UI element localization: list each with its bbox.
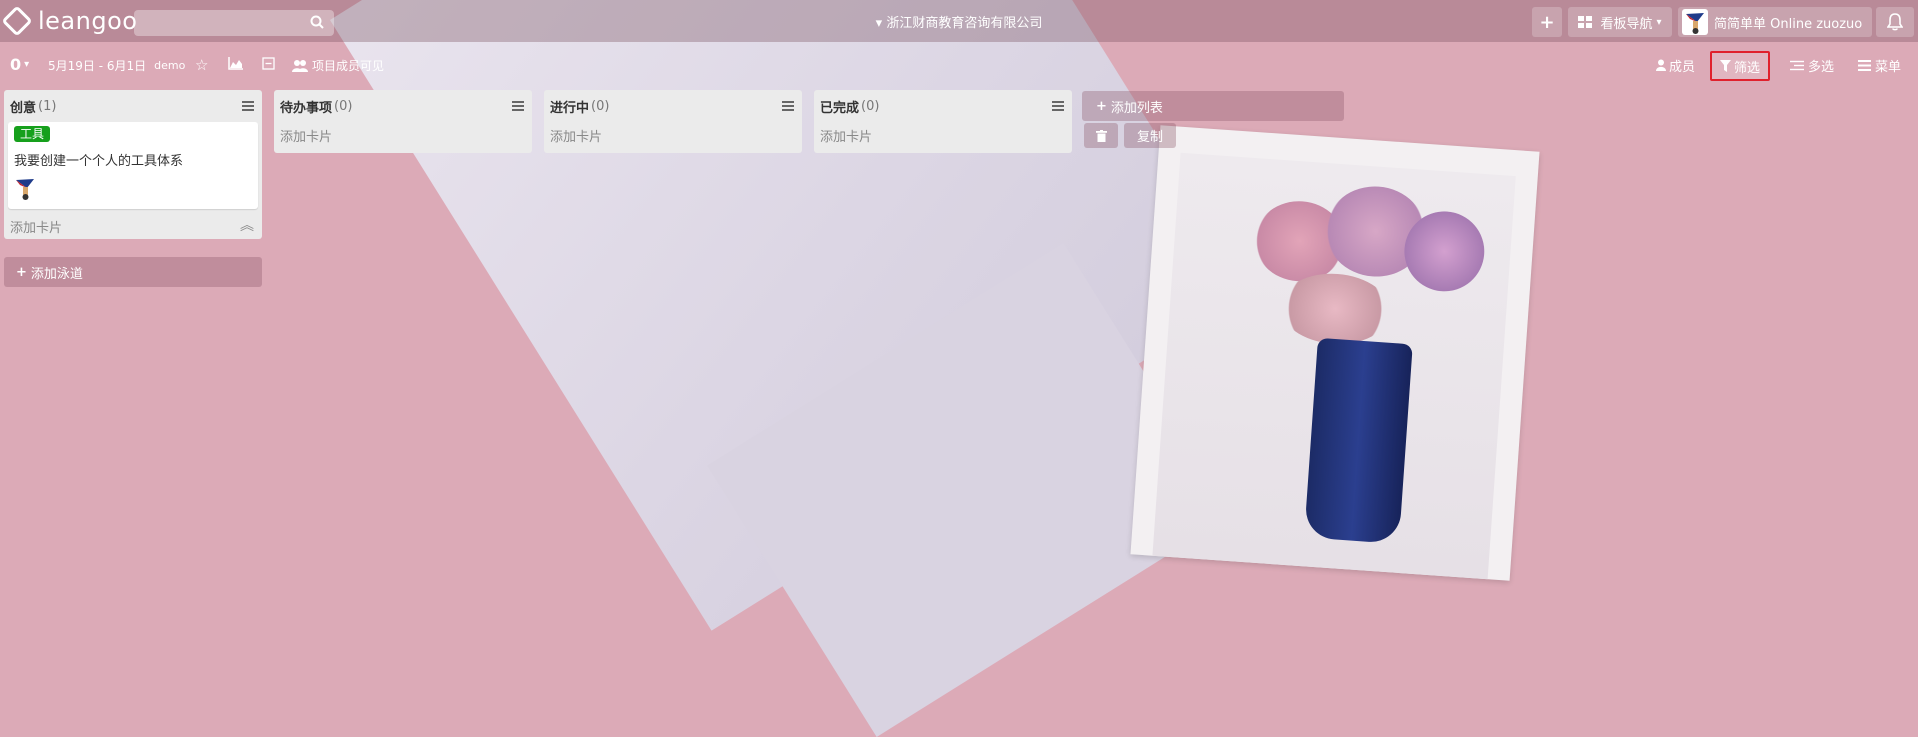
logo-text: leangoo [38, 7, 138, 35]
add-card-button[interactable]: 添加卡片 [814, 122, 1072, 153]
add-card-button[interactable]: 添加卡片 [274, 122, 532, 153]
add-card-button[interactable]: 添加卡片 [4, 209, 262, 244]
list-count: (1) [38, 98, 57, 114]
list-todo: 待办事项 (0) 添加卡片 [274, 90, 532, 153]
card[interactable]: 工具 我要创建一个个人的工具体系 [8, 122, 258, 209]
list-header[interactable]: 已完成 (0) [814, 90, 1072, 122]
list-title: 已完成 [820, 100, 860, 116]
list-count: (0) [861, 98, 880, 114]
multi-select-label: 多选 [1808, 59, 1835, 75]
copy-label: 复制 [1136, 130, 1163, 145]
company-name: 浙江财商教育咨询有限公司 [886, 16, 1043, 31]
list-title: 进行中 [550, 100, 590, 116]
list-menu-icon[interactable] [242, 101, 254, 113]
list-header[interactable]: 进行中 (0) [544, 90, 802, 122]
plus-icon: + [1539, 11, 1555, 33]
delete-button[interactable] [1084, 123, 1118, 148]
list-menu-icon[interactable] [782, 101, 794, 113]
logo[interactable]: leangoo [1, 5, 138, 37]
caret-down-icon: ▾ [875, 16, 887, 31]
board-nav-button[interactable]: 看板导航 ▾ [1568, 7, 1672, 37]
card-title: 我要创建一个个人的工具体系 [14, 154, 184, 169]
list-title: 待办事项 [280, 100, 333, 116]
list-count: (0) [334, 98, 353, 114]
add-lane-button[interactable]: + 添加泳道 [4, 257, 262, 287]
star-button[interactable]: ☆ [195, 56, 208, 74]
top-bar: leangoo ▾ 浙江财商教育咨询有限公司 + 看板导航 ▾ 简简单单 Onl… [0, 0, 1918, 42]
trash-icon [1095, 129, 1107, 142]
leangoo-logo-icon [1, 5, 33, 37]
caret-down-icon: ▾ [24, 59, 30, 70]
add-card-button[interactable]: 添加卡片 [544, 122, 802, 153]
list-done: 已完成 (0) 添加卡片 [814, 90, 1072, 153]
list-title: 创意 [10, 100, 37, 116]
search-icon[interactable] [310, 15, 324, 29]
user-menu[interactable]: 简简单单 Online zuozuo [1678, 7, 1872, 37]
background-photo [1130, 125, 1540, 581]
board-nav-label: 看板导航 [1600, 16, 1653, 32]
grid-icon [1578, 16, 1593, 28]
date-range: 5月19日 - 6月1日 [48, 59, 147, 73]
notification-button[interactable] [1876, 7, 1914, 37]
filter-button[interactable]: 筛选 [1710, 50, 1771, 82]
list-ideas: 创意 (1) 工具 我要创建一个个人的工具体系 添加卡片 ︽ [4, 90, 262, 239]
bell-icon [1887, 13, 1903, 31]
add-list-button[interactable]: + 添加列表 [1082, 91, 1344, 121]
card-label: 工具 [14, 126, 51, 142]
search-input[interactable] [134, 10, 334, 36]
area-chart-icon [228, 57, 243, 70]
user-icon [1656, 59, 1666, 71]
list-menu-icon[interactable] [512, 101, 524, 113]
plus-icon: + [1096, 98, 1107, 114]
chart-button[interactable] [228, 57, 243, 70]
menu-label: 菜单 [1875, 59, 1902, 75]
add-lane-label: 添加泳道 [30, 266, 83, 282]
users-icon [292, 60, 308, 72]
board-date-range[interactable]: 5月19日 - 6月1日 demo [48, 57, 185, 74]
board-toolbar: 0 ▾ 5月19日 - 6月1日 demo ☆ 项目成员可见 [0, 52, 1918, 78]
card-member-avatar[interactable] [14, 177, 36, 201]
avatar [1682, 9, 1708, 35]
user-name: 简简单单 Online zuozuo [1714, 16, 1863, 32]
board-name: demo [154, 59, 186, 72]
list-menu-icon[interactable] [1052, 101, 1064, 113]
visibility-button[interactable]: 项目成员可见 [292, 57, 384, 74]
multi-select-icon [1790, 60, 1804, 70]
multi-select-button[interactable]: 多选 [1790, 52, 1834, 78]
collapse-up-icon[interactable]: ︽ [240, 215, 254, 235]
list-header[interactable]: 创意 (1) [4, 90, 262, 122]
add-button[interactable]: + [1532, 7, 1562, 37]
menu-button[interactable]: 菜单 [1858, 52, 1901, 78]
star-icon: ☆ [195, 56, 209, 74]
caret-down-icon: ▾ [1656, 16, 1662, 28]
members-label: 成员 [1669, 59, 1696, 75]
plus-icon: + [16, 264, 27, 280]
visibility-label: 项目成员可见 [312, 59, 385, 73]
list-count: (0) [591, 98, 610, 114]
list-in-progress: 进行中 (0) 添加卡片 [544, 90, 802, 153]
list-header[interactable]: 待办事项 (0) [274, 90, 532, 122]
sprint-count[interactable]: 0 ▾ [10, 55, 29, 74]
collapse-button[interactable] [262, 57, 275, 70]
filter-label: 筛选 [1734, 60, 1761, 76]
company-dropdown[interactable]: ▾ 浙江财商教育咨询有限公司 [876, 16, 1043, 31]
copy-button[interactable]: 复制 [1124, 123, 1176, 148]
members-button[interactable]: 成员 [1656, 52, 1695, 78]
filter-icon [1720, 60, 1731, 72]
minus-square-icon [262, 57, 275, 70]
sprint-count-value: 0 [10, 55, 22, 74]
hamburger-icon [1858, 59, 1871, 71]
add-list-label: 添加列表 [1110, 100, 1163, 116]
